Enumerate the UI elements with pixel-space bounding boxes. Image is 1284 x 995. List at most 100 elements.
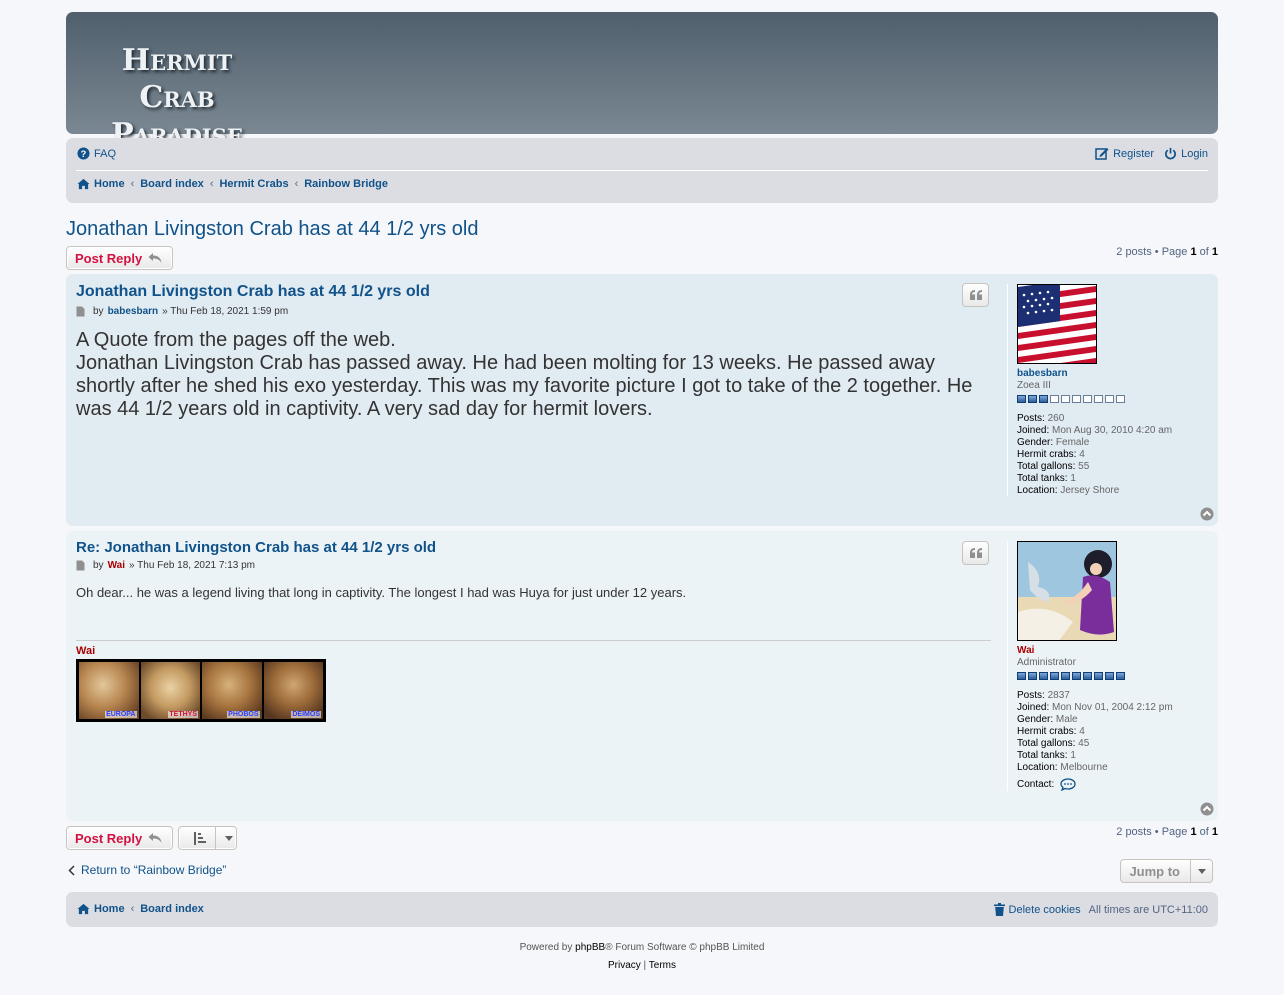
register-link[interactable]: Register (1095, 147, 1154, 160)
field-label: Location: (1017, 762, 1058, 773)
profile-posts: Posts: 260 (1017, 413, 1197, 425)
post-reply-button-top[interactable]: Post Reply (66, 246, 173, 270)
profile-posts-link[interactable]: 2837 (1048, 690, 1070, 701)
signature-crab-image: DEIMOS (262, 661, 324, 720)
field-label: Joined: (1017, 425, 1050, 436)
post-reply-button-bottom[interactable]: Post Reply (66, 826, 173, 850)
crab-name-label: TETHYS (168, 711, 198, 718)
topic-title[interactable]: Jonathan Livingston Crab has at 44 1/2 y… (66, 218, 478, 241)
rank-segment (1105, 395, 1114, 403)
profile-username[interactable]: Wai (1017, 645, 1197, 657)
sort-dropdown-button[interactable] (178, 826, 237, 850)
profile-location: Location: Jersey Shore (1017, 485, 1197, 497)
chat-icon[interactable] (1060, 778, 1076, 791)
phpbb-link[interactable]: phpBB (575, 942, 605, 953)
pagination-bottom: 2 posts • Page 1 of 1 (1116, 826, 1218, 838)
legal-links: Privacy | Terms (66, 957, 1218, 975)
chevron-left-icon: ‹ (209, 178, 214, 190)
site-logo[interactable]: Hermit Crab Paradise (102, 42, 252, 153)
copyright: Powered by phpBB® Forum Software © phpBB… (66, 939, 1218, 975)
breadcrumb-hermit-crabs[interactable]: Hermit Crabs (219, 178, 288, 190)
field-value: 45 (1078, 738, 1090, 749)
avatar[interactable] (1017, 541, 1117, 641)
avatar[interactable] (1017, 284, 1097, 364)
home-icon (77, 178, 90, 190)
post-subject[interactable]: Jonathan Livingston Crab has at 44 1/2 y… (76, 283, 430, 301)
login-link[interactable]: Login (1164, 147, 1208, 160)
file-icon[interactable] (76, 306, 85, 317)
quote-button[interactable] (962, 283, 989, 307)
pagination-of: of (1196, 246, 1212, 258)
privacy-link[interactable]: Privacy (608, 960, 641, 971)
field-label: Hermit crabs: (1017, 449, 1077, 460)
profile-username[interactable]: babesbarn (1017, 368, 1197, 380)
post-reply-label: Post Reply (75, 250, 143, 266)
back-to-top-icon[interactable] (1200, 507, 1214, 521)
post-subject[interactable]: Re: Jonathan Livingston Crab has at 44 1… (76, 539, 436, 556)
rank-bar (1017, 672, 1197, 680)
post-date: » Thu Feb 18, 2021 7:13 pm (128, 560, 255, 571)
rank-segment (1083, 672, 1092, 680)
chevron-down-icon (215, 827, 236, 849)
footer-board-index-link[interactable]: Board index (140, 903, 204, 915)
sort-icon-wrap (179, 831, 215, 845)
profile-posts: Posts: 2837 (1017, 690, 1197, 702)
pagination-text: 2 posts • Page (1116, 826, 1191, 838)
profile-posts-link[interactable]: 260 (1048, 413, 1065, 424)
breadcrumb-board-index[interactable]: Board index (140, 178, 204, 190)
rank-segment (1028, 672, 1037, 680)
field-label: Total gallons: (1017, 461, 1076, 472)
field-label: Joined: (1017, 702, 1050, 713)
rank-segment (1050, 395, 1059, 403)
footer-home-label: Home (94, 903, 125, 915)
field-label: Total tanks: (1017, 473, 1068, 484)
field-value: Male (1055, 714, 1078, 725)
footer-right: Delete cookies All times are UTC+11:00 (993, 903, 1208, 916)
quote-button[interactable] (962, 541, 989, 565)
post-content: A Quote from the pages off the web. Jona… (76, 329, 991, 421)
field-value: Mon Aug 30, 2010 4:20 am (1052, 425, 1173, 436)
forum-software-text: ® Forum Software © phpBB Limited (605, 942, 765, 953)
powered-by-line: Powered by phpBB® Forum Software © phpBB… (66, 939, 1218, 957)
footer-breadcrumb: Home ‹ Board index (77, 903, 204, 915)
post-profile: babesbarn Zoea III Posts: 260 Joined: Mo… (1007, 284, 1197, 496)
breadcrumb-rainbow-bridge[interactable]: Rainbow Bridge (304, 178, 388, 190)
back-to-top-icon[interactable] (1200, 802, 1214, 816)
edit-icon (1095, 148, 1109, 160)
crab-name-label: DEIMOS (291, 711, 321, 718)
rank-segment (1039, 395, 1048, 403)
reply-icon (148, 833, 162, 843)
field-label: Gender: (1017, 437, 1054, 448)
field-label: Contact: (1017, 778, 1055, 790)
delete-cookies-link[interactable]: Delete cookies (993, 903, 1081, 916)
sort-icon (194, 831, 206, 845)
return-to-forum-link[interactable]: Return to “Rainbow Bridge” (68, 863, 226, 877)
file-icon[interactable] (76, 560, 85, 571)
signature-crab-image: PHOBOS (201, 661, 263, 720)
register-label: Register (1113, 147, 1155, 160)
home-icon (77, 903, 90, 915)
post-1: Jonathan Livingston Crab has at 44 1/2 y… (66, 274, 1218, 526)
post-content: Oh dear... he was a legend living that l… (76, 585, 687, 600)
jump-to-dropdown[interactable]: Jump to (1120, 859, 1213, 883)
rank-segment (1017, 395, 1026, 403)
profile-location: Location: Melbourne (1017, 762, 1197, 774)
rank-bar (1017, 395, 1197, 403)
signature-banner[interactable]: EUROPA TETHYS PHOBOS DEIMOS (76, 659, 326, 722)
faq-link[interactable]: ? FAQ (77, 147, 116, 160)
rank-segment (1017, 672, 1026, 680)
post-author-link[interactable]: Wai (108, 560, 125, 571)
field-value: Jersey Shore (1060, 485, 1120, 496)
chevron-left-icon: ‹ (130, 178, 135, 190)
logo-line-1: Hermit Crab (121, 43, 233, 115)
rank-segment (1116, 672, 1125, 680)
terms-link[interactable]: Terms (649, 960, 676, 971)
anime-avatar-image (1018, 542, 1116, 640)
post-author-link[interactable]: babesbarn (108, 306, 159, 317)
rank-segment (1061, 672, 1070, 680)
pagination-of: of (1196, 826, 1212, 838)
profile-rank: Zoea III (1017, 380, 1051, 391)
pagination-top: 2 posts • Page 1 of 1 (1116, 246, 1218, 258)
footer-home-link[interactable]: Home (77, 903, 125, 915)
breadcrumb-home[interactable]: Home (77, 178, 125, 190)
